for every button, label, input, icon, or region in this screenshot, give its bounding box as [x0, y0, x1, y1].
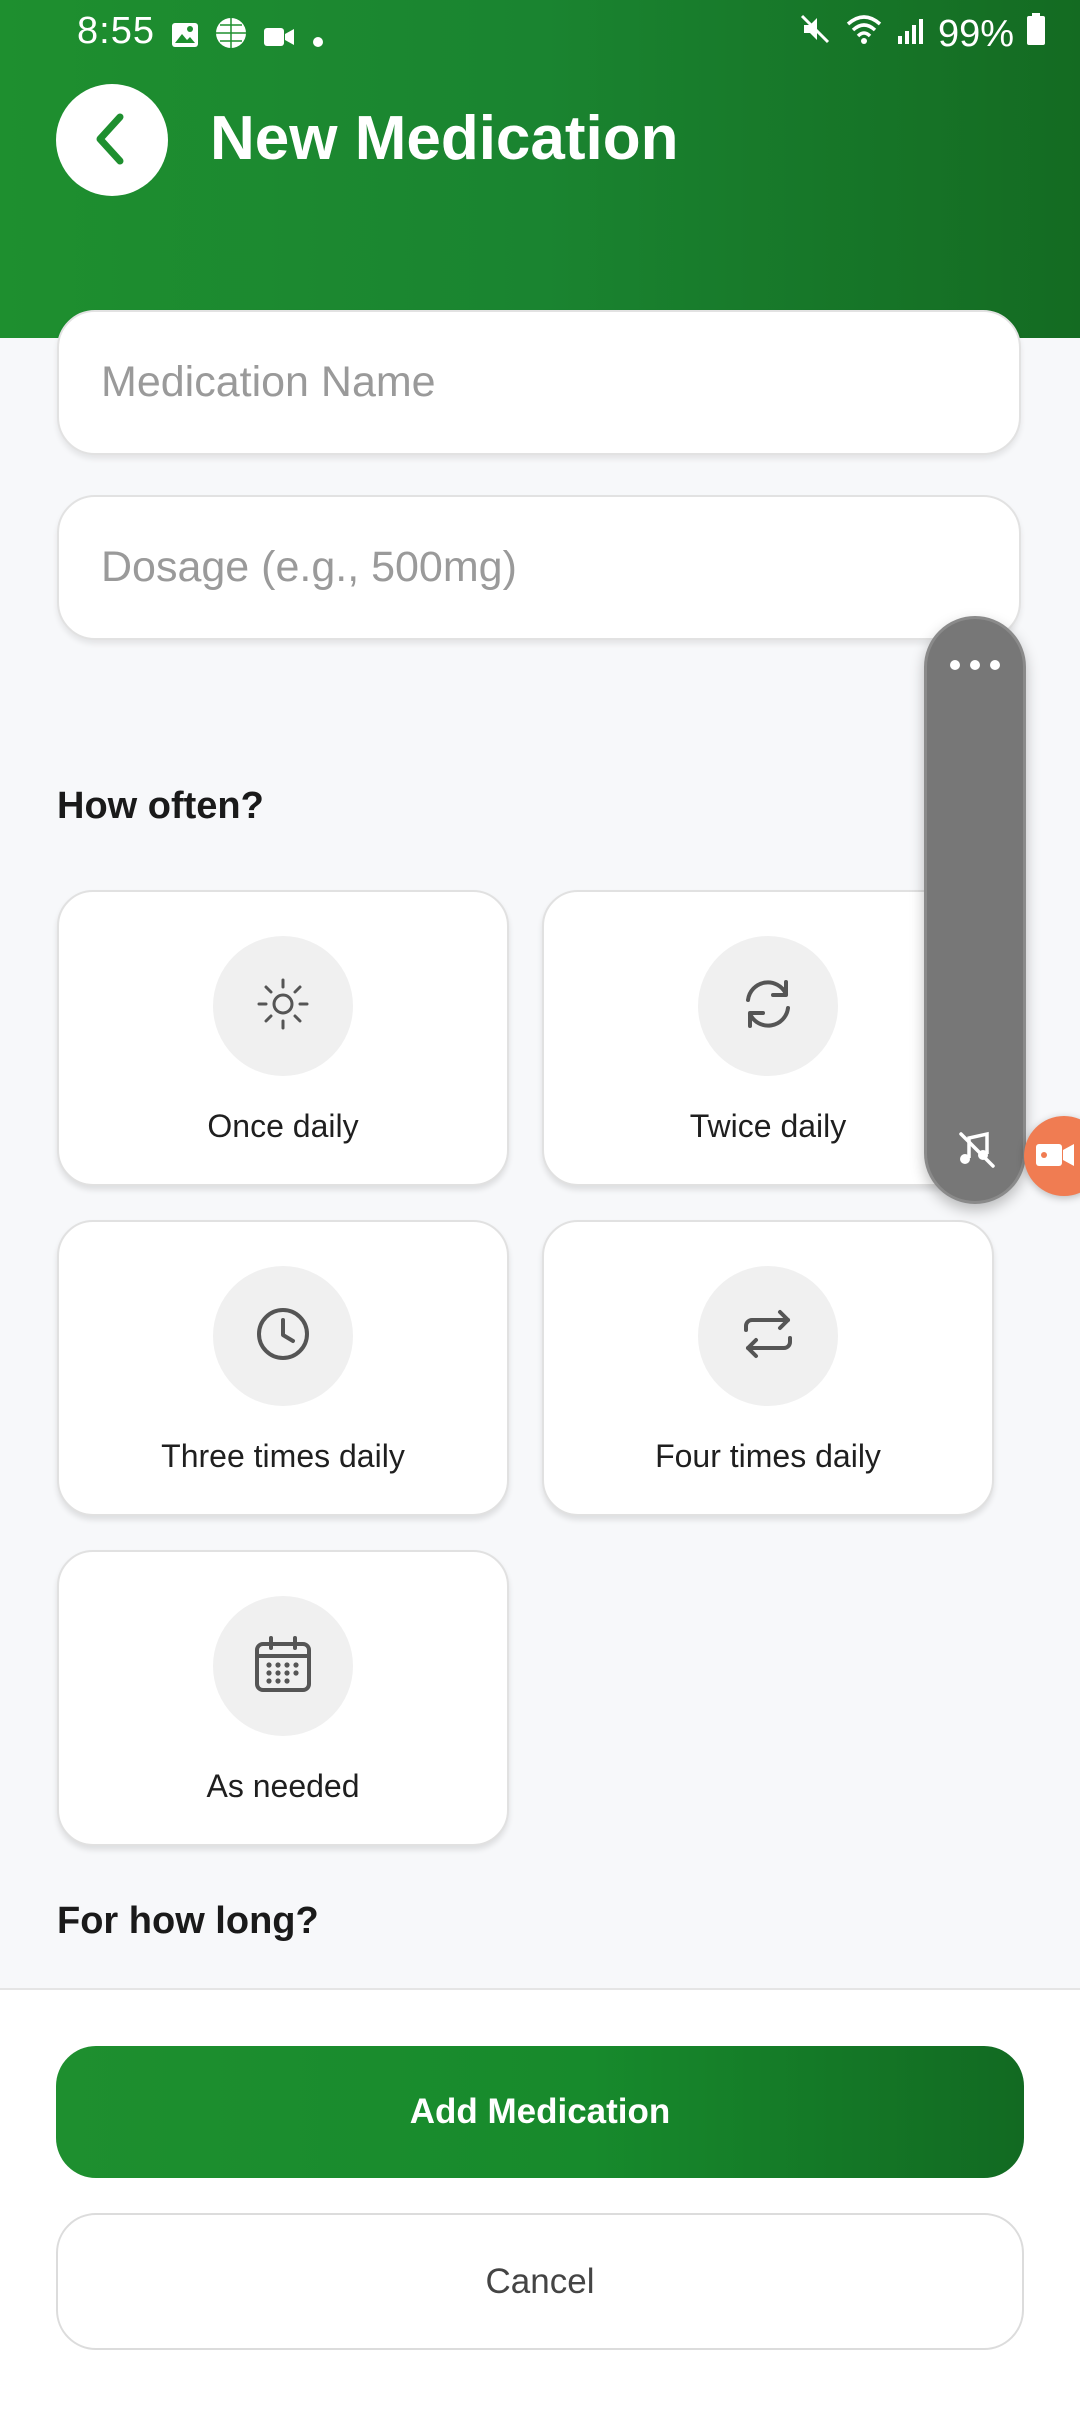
notification-dot-icon: [310, 17, 326, 60]
battery-icon: [1026, 12, 1046, 56]
mute-status-icon: [798, 12, 832, 56]
option-icon-container: [213, 936, 353, 1076]
video-icon: [262, 17, 296, 60]
back-button[interactable]: [56, 84, 168, 196]
app-header: 8:55 99% New Medication: [0, 0, 1080, 338]
sun-icon: [253, 974, 313, 1039]
calendar-icon: [251, 1632, 315, 1701]
wifi-icon: [844, 12, 884, 56]
video-record-icon[interactable]: [1024, 1116, 1080, 1196]
screen-recorder-overlay[interactable]: [924, 616, 1026, 1204]
dosage-field-wrapper: [57, 495, 1021, 640]
status-system-icons: 99%: [798, 12, 1046, 56]
frequency-option-three-times-daily[interactable]: Three times daily: [57, 1220, 509, 1516]
more-dots-icon[interactable]: [927, 649, 1023, 672]
gallery-icon: [170, 17, 200, 60]
medication-name-field-wrapper: [57, 310, 1021, 455]
cancel-button[interactable]: Cancel: [56, 2213, 1024, 2350]
medication-name-input[interactable]: [59, 312, 1019, 453]
frequency-option-as-needed[interactable]: As needed: [57, 1550, 509, 1846]
option-label: Three times daily: [161, 1438, 405, 1474]
page-title: New Medication: [210, 104, 679, 173]
frequency-section-title: How often?: [57, 785, 264, 827]
signal-icon: [896, 13, 926, 56]
option-icon-container: [213, 1596, 353, 1736]
dosage-input[interactable]: [59, 497, 1019, 638]
frequency-option-four-times-daily[interactable]: Four times daily: [542, 1220, 994, 1516]
frequency-option-once-daily[interactable]: Once daily: [57, 890, 509, 1186]
repeat-icon: [736, 1302, 800, 1371]
option-icon-container: [213, 1266, 353, 1406]
option-label: Four times daily: [655, 1438, 881, 1474]
mute-icon[interactable]: [955, 1128, 999, 1177]
add-medication-button[interactable]: Add Medication: [56, 2046, 1024, 2178]
option-icon-container: [698, 936, 838, 1076]
option-label: Once daily: [207, 1108, 359, 1144]
globe-icon: [214, 16, 248, 60]
duration-section-title: For how long?: [57, 1900, 319, 1942]
refresh-icon: [736, 972, 800, 1041]
option-label: As needed: [206, 1768, 360, 1804]
battery-percent: 99%: [937, 12, 1014, 55]
status-time: 8:55: [77, 10, 155, 52]
chevron-left-icon: [88, 111, 136, 170]
clock-icon: [253, 1304, 313, 1369]
status-bar: 8:55 99%: [0, 0, 1080, 70]
option-icon-container: [698, 1266, 838, 1406]
status-notification-icons: [170, 16, 326, 60]
